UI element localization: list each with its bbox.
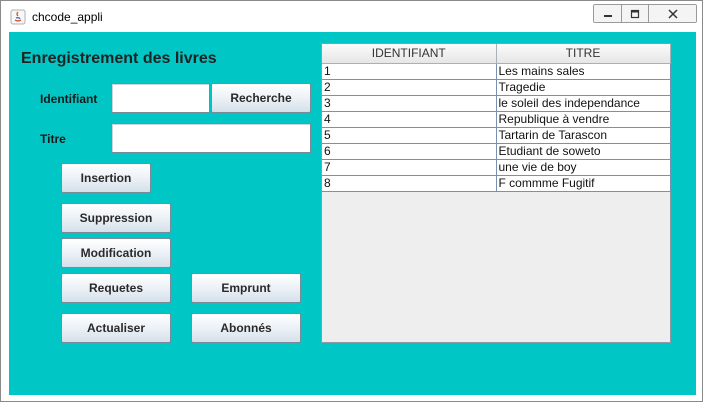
abonnes-button[interactable]: Abonnés (191, 313, 301, 343)
minimize-button[interactable] (594, 5, 622, 22)
insertion-button[interactable]: Insertion (61, 163, 151, 193)
table-cell-title[interactable]: Etudiant de soweto (496, 143, 671, 160)
table-cell-id[interactable]: 4 (322, 111, 497, 128)
table-cell-id[interactable]: 7 (322, 159, 497, 176)
titre-input[interactable] (111, 123, 311, 153)
table-row[interactable]: 4 Republique à vendre (322, 111, 671, 128)
identifiant-label: Identifiant (40, 92, 98, 106)
actualiser-button[interactable]: Actualiser (61, 313, 171, 343)
window-title: chcode_appli (32, 10, 103, 24)
books-table: IDENTIFIANT TITRE 1 Les mains sales 2 Tr… (322, 44, 671, 192)
modification-button[interactable]: Modification (61, 238, 171, 268)
table-row[interactable]: 2 Tragedie (322, 79, 671, 96)
table-cell-id[interactable]: 5 (322, 127, 497, 144)
table-cell-title[interactable]: Les mains sales (496, 63, 671, 80)
table-row[interactable]: 6 Etudiant de soweto (322, 143, 671, 160)
books-table-panel[interactable]: IDENTIFIANT TITRE 1 Les mains sales 2 Tr… (321, 43, 671, 343)
table-cell-title[interactable]: le soleil des independance (496, 95, 671, 112)
column-header-titre[interactable]: TITRE (496, 44, 671, 64)
window-controls (593, 4, 697, 23)
table-row[interactable]: 1 Les mains sales (322, 63, 671, 80)
emprunt-button[interactable]: Emprunt (191, 273, 301, 303)
table-cell-title[interactable]: une vie de boy (496, 159, 671, 176)
suppression-button[interactable]: Suppression (61, 203, 171, 233)
table-row[interactable]: 8 F commme Fugitif (322, 175, 671, 192)
table-cell-id[interactable]: 1 (322, 63, 497, 80)
close-icon (667, 8, 678, 19)
table-cell-id[interactable]: 2 (322, 79, 497, 96)
column-header-identifiant[interactable]: IDENTIFIANT (322, 44, 497, 64)
recherche-button[interactable]: Recherche (211, 83, 311, 113)
title-bar[interactable]: chcode_appli (1, 1, 702, 32)
identifiant-input[interactable] (111, 83, 210, 113)
table-cell-title[interactable]: Tartarin de Tarascon (496, 127, 671, 144)
minimize-icon (603, 14, 612, 17)
requetes-button[interactable]: Requetes (61, 273, 171, 303)
app-window: chcode_appli Enregistrement des livres I… (0, 0, 703, 402)
titre-label: Titre (40, 132, 66, 146)
main-panel: Enregistrement des livres Identifiant Re… (9, 32, 696, 395)
maximize-icon (630, 9, 640, 18)
form-heading: Enregistrement des livres (21, 50, 217, 67)
table-row[interactable]: 3 le soleil des independance (322, 95, 671, 112)
table-cell-id[interactable]: 8 (322, 175, 497, 192)
table-cell-title[interactable]: Republique à vendre (496, 111, 671, 128)
maximize-button[interactable] (622, 5, 649, 22)
table-cell-title[interactable]: Tragedie (496, 79, 671, 96)
table-row[interactable]: 7 une vie de boy (322, 159, 671, 176)
table-cell-id[interactable]: 6 (322, 143, 497, 160)
table-row[interactable]: 5 Tartarin de Tarascon (322, 127, 671, 144)
table-cell-id[interactable]: 3 (322, 95, 497, 112)
java-app-icon (10, 9, 26, 25)
table-cell-title[interactable]: F commme Fugitif (496, 175, 671, 192)
close-button[interactable] (649, 5, 696, 22)
